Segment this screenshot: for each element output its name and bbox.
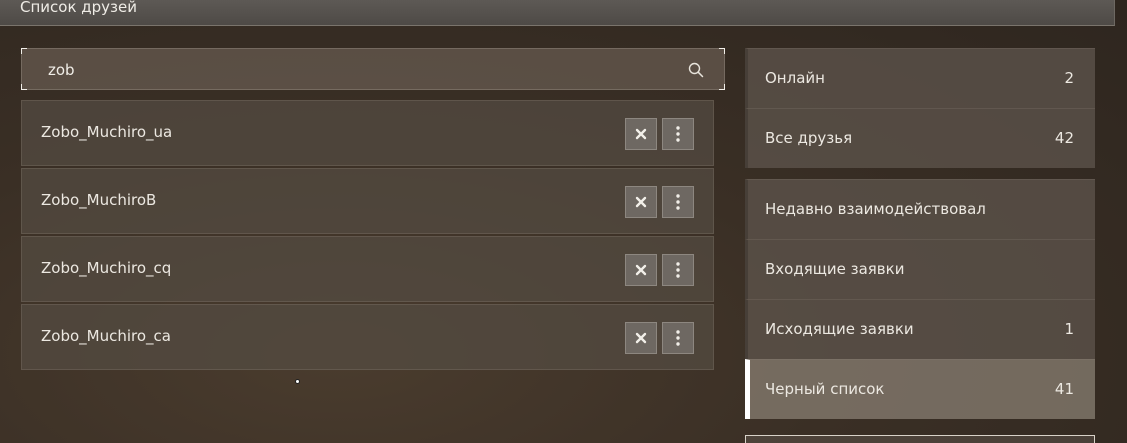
sidebar-item-count: 42 xyxy=(1054,129,1074,147)
sidebar-item-recent[interactable]: Недавно взаимодействовал xyxy=(745,179,1095,239)
close-icon xyxy=(635,264,647,276)
remove-friend-button[interactable] xyxy=(625,118,657,150)
sidebar-item-count: 41 xyxy=(1054,380,1074,398)
friend-row[interactable]: Zobo_Muchiro_ua xyxy=(21,100,714,166)
remove-friend-button[interactable] xyxy=(625,322,657,354)
sidebar-item-label: Все друзья xyxy=(765,129,853,147)
friend-menu-button[interactable] xyxy=(662,254,694,286)
friend-row[interactable]: Zobo_Muchiro_ca xyxy=(21,304,714,370)
frame-corner xyxy=(21,84,27,90)
friend-name: Zobo_Muchiro_cq xyxy=(41,259,172,277)
sidebar-item-blacklist[interactable]: Черный список 41 xyxy=(745,359,1095,419)
sidebar-item-label: Черный список xyxy=(765,380,885,398)
close-icon xyxy=(635,128,647,140)
friend-name: Zobo_Muchiro_ca xyxy=(41,327,171,345)
close-icon xyxy=(635,332,647,344)
sidebar-item-count: 2 xyxy=(1064,69,1074,87)
sidebar-item-label: Недавно взаимодействовал xyxy=(765,200,986,218)
friends-category-sidebar: Онлайн 2 Все друзья 42 Недавно взаимодей… xyxy=(745,48,1095,419)
frame-corner xyxy=(719,84,725,90)
friend-menu-button[interactable] xyxy=(662,186,694,218)
sidebar-item-online[interactable]: Онлайн 2 xyxy=(745,48,1095,108)
sidebar-item-label: Входящие заявки xyxy=(765,260,905,278)
remove-friend-button[interactable] xyxy=(625,254,657,286)
mouse-cursor xyxy=(295,379,300,384)
search-icon[interactable] xyxy=(688,62,704,78)
more-vertical-icon xyxy=(676,330,680,346)
page-title: Список друзей xyxy=(20,0,138,16)
friend-name: Zobo_MuchiroB xyxy=(41,191,157,209)
search-box[interactable] xyxy=(21,48,725,90)
friend-row[interactable]: Zobo_Muchiro_cq xyxy=(21,236,714,302)
friend-menu-button[interactable] xyxy=(662,322,694,354)
sidebar-item-count: 1 xyxy=(1064,320,1074,338)
sidebar-item-incoming-requests[interactable]: Входящие заявки xyxy=(745,239,1095,299)
remove-friend-button[interactable] xyxy=(625,186,657,218)
window-title-bar: Список друзей xyxy=(0,0,1115,26)
friend-list: Zobo_Muchiro_ua Zobo_MuchiroB Zobo_Muchi… xyxy=(21,100,714,372)
sidebar-item-label: Онлайн xyxy=(765,69,825,87)
sidebar-item-label: Исходящие заявки xyxy=(765,320,914,338)
more-vertical-icon xyxy=(676,194,680,210)
sidebar-item-outgoing-requests[interactable]: Исходящие заявки 1 xyxy=(745,299,1095,359)
sidebar-item-partial[interactable] xyxy=(745,435,1095,443)
friend-menu-button[interactable] xyxy=(662,118,694,150)
frame-corner xyxy=(719,48,725,54)
search-input[interactable] xyxy=(48,59,668,81)
friend-row[interactable]: Zobo_MuchiroB xyxy=(21,168,714,234)
close-icon xyxy=(635,196,647,208)
more-vertical-icon xyxy=(676,126,680,142)
friend-name: Zobo_Muchiro_ua xyxy=(41,123,173,141)
frame-corner xyxy=(21,48,27,54)
more-vertical-icon xyxy=(676,262,680,278)
sidebar-item-all-friends[interactable]: Все друзья 42 xyxy=(745,108,1095,168)
